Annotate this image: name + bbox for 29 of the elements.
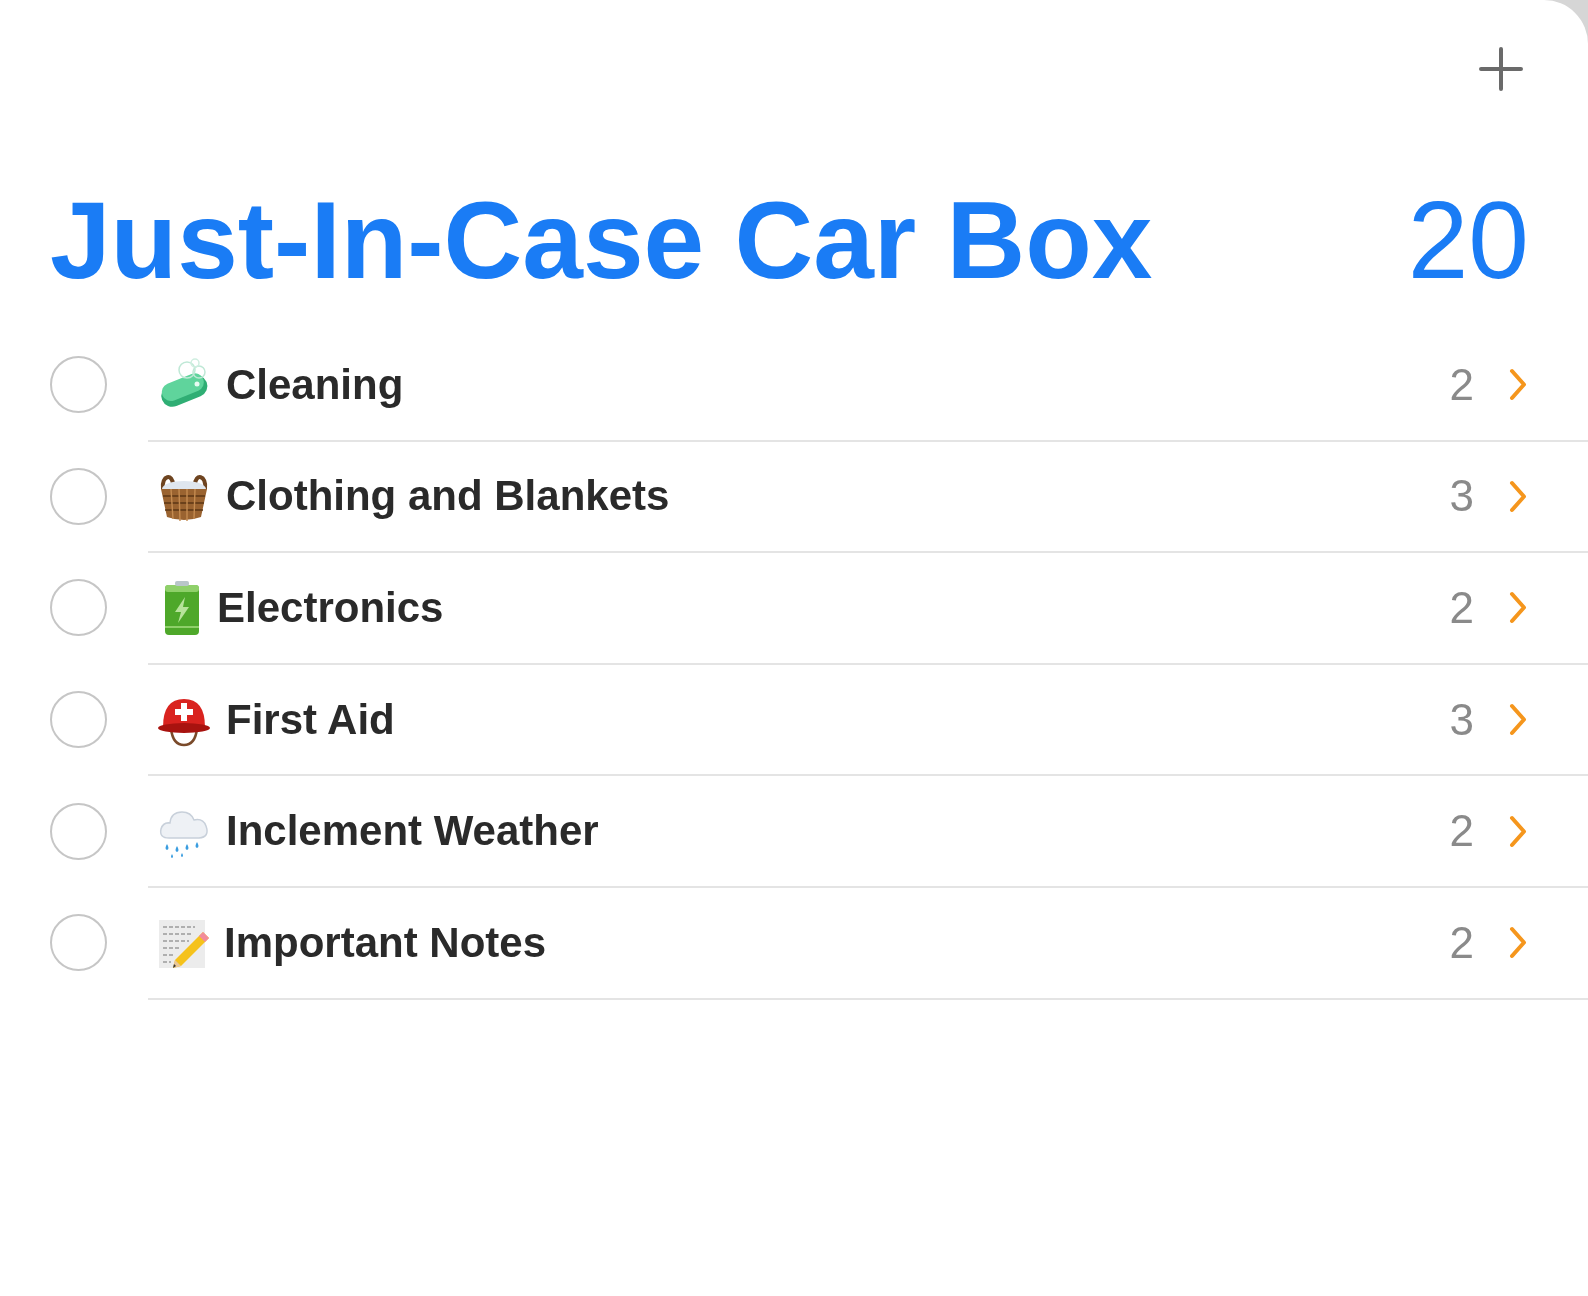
add-button[interactable] — [1479, 47, 1523, 91]
checkbox[interactable] — [50, 914, 107, 972]
checkbox[interactable] — [50, 691, 107, 749]
checkbox[interactable] — [50, 467, 107, 525]
checkbox[interactable] — [50, 356, 107, 414]
category-label: Clothing and Blankets — [226, 472, 671, 521]
item-count: 3 — [1449, 471, 1474, 522]
category-label: First Aid — [226, 695, 396, 744]
item-count: 2 — [1449, 806, 1474, 857]
checkbox[interactable] — [50, 802, 107, 860]
checkbox[interactable] — [50, 579, 107, 637]
category-label: Cleaning — [226, 360, 405, 409]
plus-icon — [1479, 47, 1523, 91]
chevron-right-icon[interactable] — [1509, 591, 1527, 625]
chevron-right-icon[interactable] — [1509, 368, 1527, 402]
chevron-right-icon[interactable] — [1509, 703, 1527, 737]
category-label: Inclement Weather — [226, 807, 600, 856]
chevron-right-icon[interactable] — [1509, 926, 1527, 960]
list-count: 20 — [1407, 186, 1529, 295]
item-count: 3 — [1449, 694, 1474, 745]
item-count: 2 — [1449, 917, 1474, 968]
item-count: 2 — [1449, 359, 1474, 410]
category-label: Electronics — [217, 584, 445, 632]
list-title: Just-In-Case Car Box — [50, 186, 1153, 295]
battery-icon — [162, 581, 202, 635]
chevron-right-icon[interactable] — [1509, 814, 1527, 848]
chevron-right-icon[interactable] — [1509, 479, 1527, 513]
item-count: 2 — [1449, 583, 1474, 633]
category-label: Important Notes — [224, 918, 547, 967]
